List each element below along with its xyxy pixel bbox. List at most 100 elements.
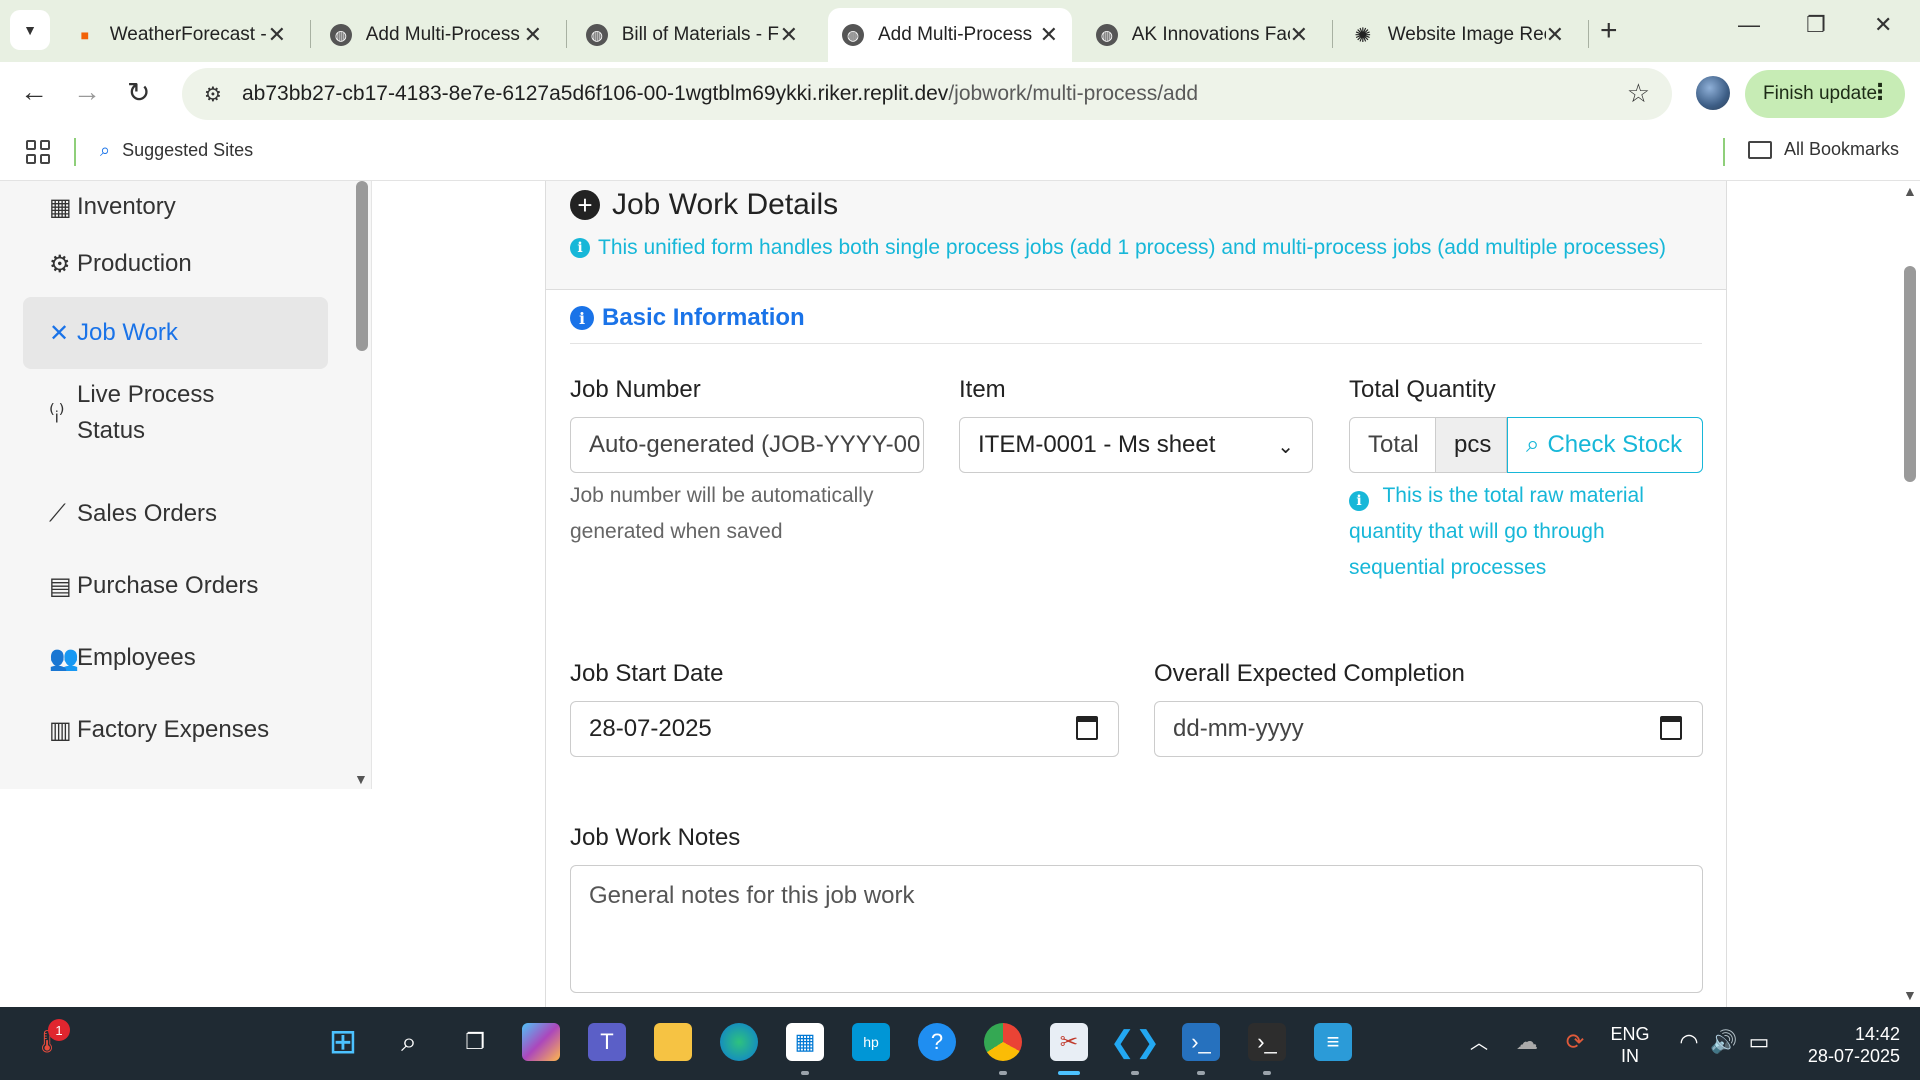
calendar-icon[interactable]	[1076, 716, 1098, 740]
all-bookmarks-link[interactable]: All Bookmarks	[1748, 139, 1899, 160]
sidebar-item-label: Live Process Status	[77, 381, 215, 444]
tab-weather[interactable]: ■ WeatherForecast - ✕	[60, 8, 300, 62]
globe-icon: ◍	[330, 24, 352, 46]
tab-label: WeatherForecast -	[109, 24, 267, 45]
job-number-field[interactable]: Auto-generated (JOB-YYYY-00	[570, 417, 924, 473]
close-icon[interactable]: ✕	[524, 22, 542, 48]
completion-date-input[interactable]: dd-mm-yyyy	[1154, 701, 1703, 757]
sidebar-item-employees[interactable]: 👥 Employees	[23, 622, 328, 694]
close-icon[interactable]: ✕	[1040, 22, 1058, 48]
finish-update-button[interactable]: Finish update ⋮	[1745, 70, 1905, 118]
total-quantity-help: i This is the total raw material quantit…	[1349, 478, 1649, 586]
sidebar-item-purchase-orders[interactable]: ▤ Purchase Orders	[23, 550, 328, 622]
forward-arrow-icon[interactable]: →	[73, 76, 101, 108]
file-explorer-icon[interactable]	[654, 1023, 692, 1061]
search-icon: ⌕	[100, 140, 111, 160]
teams-icon[interactable]: T	[588, 1023, 626, 1061]
site-settings-icon[interactable]: ⚙	[198, 79, 228, 109]
bookmark-star-icon[interactable]: ☆	[1627, 78, 1650, 109]
scroll-down-arrow-icon[interactable]: ▼	[1903, 987, 1917, 1003]
tab-divider	[566, 20, 567, 48]
calendar-icon[interactable]	[1660, 716, 1682, 740]
edge-icon[interactable]	[720, 1023, 758, 1061]
sidebar-item-label: Employees	[77, 644, 196, 671]
scroll-down-arrow-icon[interactable]: ▼	[354, 771, 368, 787]
total-quantity-input[interactable]: Total	[1349, 417, 1436, 473]
tab-add-multi-process-1[interactable]: ◍ Add Multi-Process ✕	[316, 8, 556, 62]
sidebar-item-job-work[interactable]: ✕ Job Work	[23, 297, 328, 369]
tab-ak-innovations[interactable]: ◍ AK Innovations Fac ✕	[1082, 8, 1322, 62]
globe-icon: ◍	[1096, 24, 1118, 46]
info-icon: i	[570, 238, 590, 258]
check-stock-button[interactable]: ⌕ Check Stock	[1507, 417, 1703, 473]
address-bar[interactable]: ⚙ ab73bb27-cb17-4183-8e7e-6127a5d6f106-0…	[182, 68, 1672, 120]
new-tab-button[interactable]: +	[1600, 14, 1618, 48]
page-scrollbar[interactable]: ▲ ▼	[1900, 181, 1920, 1007]
language-indicator[interactable]: ENG IN	[1600, 1023, 1660, 1067]
sidebar-item-sales-orders[interactable]: ⟋ Sales Orders	[23, 478, 328, 550]
vscode-icon[interactable]: ❮❯	[1110, 1023, 1160, 1061]
card-title-text: Job Work Details	[612, 188, 839, 221]
copilot-icon[interactable]	[522, 1023, 560, 1061]
help-icon[interactable]: ?	[918, 1023, 956, 1061]
time-label: 14:42	[1854, 1024, 1900, 1044]
store-icon[interactable]: ▦	[786, 1023, 824, 1061]
tab-search-button[interactable]: ▼	[10, 10, 50, 50]
tab-website-image-rec[interactable]: ✺ Website Image Rec ✕	[1338, 8, 1578, 62]
item-select[interactable]: ITEM-0001 - Ms sheet ⌄	[959, 417, 1313, 473]
browser-chrome: ▼ ■ WeatherForecast - ✕ ◍ Add Multi-Proc…	[0, 0, 1920, 181]
reload-icon[interactable]: ↻	[127, 76, 150, 109]
close-icon[interactable]: ✕	[1290, 22, 1308, 48]
active-indicator	[1058, 1071, 1080, 1075]
wifi-icon[interactable]: ◠	[1670, 1023, 1708, 1061]
search-icon: ⌕	[1526, 431, 1540, 458]
notes-textarea[interactable]: General notes for this job work	[570, 865, 1703, 993]
myhp-icon[interactable]: hp	[852, 1023, 890, 1061]
task-view-icon[interactable]: ❐	[456, 1023, 494, 1061]
snipping-tool-icon[interactable]: ✂	[1050, 1023, 1088, 1061]
sidebar-item-production[interactable]: ⚙ Production	[23, 228, 328, 300]
folder-icon	[1748, 140, 1772, 159]
sidebar-item-live-process-status[interactable]: ⁽ᵢ⁾ Live Process Status	[23, 371, 328, 455]
taskbar: 🌡 1 ⊞ ⌕ ❐ T ▦ hp ? ✂ ❮❯ ›_ ›_ ≡ ︿ ☁ ⟳ EN…	[0, 1007, 1920, 1080]
close-icon[interactable]: ✕	[780, 22, 798, 48]
chrome-icon[interactable]	[984, 1023, 1022, 1061]
close-icon[interactable]: ✕	[268, 22, 286, 48]
card-header: + Job Work Details i This unified form h…	[546, 181, 1726, 290]
sidebar-item-factory-expenses[interactable]: ▥ Factory Expenses	[23, 694, 328, 766]
tab-add-multi-process-active[interactable]: ◍ Add Multi-Process ✕	[828, 8, 1072, 62]
back-arrow-icon[interactable]: ←	[20, 76, 48, 108]
scrollbar-thumb[interactable]	[1904, 266, 1916, 482]
tab-divider	[1588, 20, 1589, 48]
volume-icon[interactable]: 🔊	[1705, 1023, 1743, 1061]
chevron-up-icon[interactable]: ︿	[1460, 1023, 1498, 1061]
windows-start-icon[interactable]: ⊞	[324, 1023, 362, 1061]
sidebar-scrollbar[interactable]	[356, 181, 368, 351]
openai-icon: ✺	[1354, 24, 1372, 47]
tab-bill-of-materials[interactable]: ◍ Bill of Materials - F ✕	[572, 8, 812, 62]
restore-button[interactable]: ❐	[1806, 12, 1826, 38]
clock[interactable]: 14:42 28-07-2025	[1790, 1023, 1900, 1067]
close-window-button[interactable]: ✕	[1874, 12, 1892, 38]
battery-icon[interactable]: ▭	[1740, 1023, 1778, 1061]
profile-avatar[interactable]	[1696, 76, 1730, 110]
finish-update-label: Finish update	[1763, 83, 1878, 104]
terminal-icon[interactable]: ›_	[1248, 1023, 1286, 1061]
notepad-icon[interactable]: ≡	[1314, 1023, 1352, 1061]
close-icon[interactable]: ✕	[1546, 22, 1564, 48]
apps-grid-icon[interactable]	[26, 140, 50, 164]
bookmark-divider	[74, 138, 76, 166]
minimize-button[interactable]: —	[1738, 12, 1760, 38]
search-icon[interactable]: ⌕	[390, 1023, 428, 1061]
onedrive-icon[interactable]: ☁	[1508, 1023, 1546, 1061]
card-title: + Job Work Details	[570, 188, 838, 222]
receipt-icon: ▥	[49, 716, 72, 744]
suggested-sites-link[interactable]: ⌕ Suggested Sites	[100, 140, 253, 161]
replit-icon: ■	[80, 27, 90, 43]
start-date-input[interactable]: 28-07-2025	[570, 701, 1119, 757]
sync-icon[interactable]: ⟳	[1556, 1023, 1594, 1061]
scroll-up-arrow-icon[interactable]: ▲	[1903, 183, 1917, 199]
region-label: IN	[1621, 1046, 1639, 1066]
powershell-icon[interactable]: ›_	[1182, 1023, 1220, 1061]
url-text[interactable]: ab73bb27-cb17-4183-8e7e-6127a5d6f106-00-…	[242, 82, 1198, 106]
